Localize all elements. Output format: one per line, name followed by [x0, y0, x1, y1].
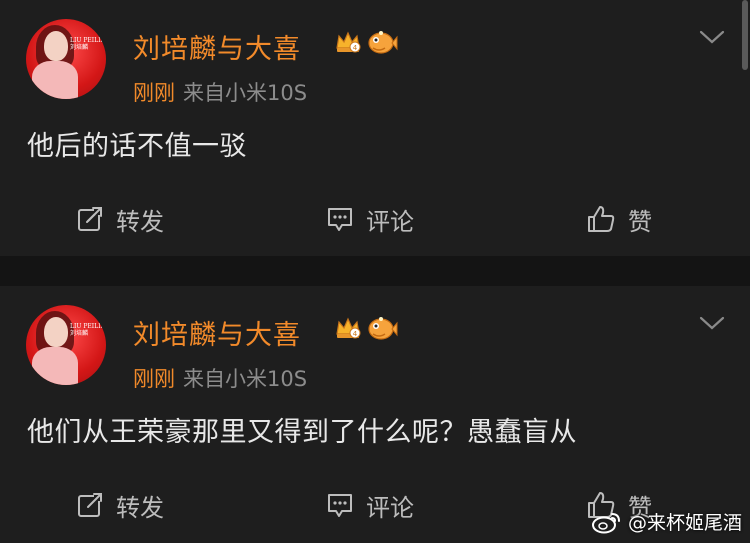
post-content: 他们从王荣豪那里又得到了什么呢？愚蠢盲从: [27, 417, 577, 448]
post-source: 来自小米10S: [183, 367, 308, 391]
crown-badge-icon[interactable]: 4: [334, 314, 362, 342]
fish-badge-icon[interactable]: [366, 315, 398, 342]
avatar[interactable]: LIU PEILIN 刘培麟: [26, 305, 106, 385]
weibo-logo-icon: [591, 512, 620, 533]
post-time: 刚刚: [133, 367, 175, 391]
author-name[interactable]: 刘培麟与大喜: [133, 27, 301, 66]
comment-button[interactable]: 评论: [326, 202, 414, 236]
like-button[interactable]: 赞: [586, 202, 652, 236]
action-bar: 转发 评论 赞: [0, 196, 750, 242]
svg-text:4: 4: [353, 44, 358, 52]
comment-button[interactable]: 评论: [326, 488, 414, 522]
weibo-post: LIU PEILIN 刘培麟 刘培麟与大喜 4 刚刚 来自小米10S 他后的话不值…: [0, 0, 750, 256]
like-label: 赞: [628, 207, 652, 236]
repost-label: 转发: [116, 207, 164, 236]
repost-label: 转发: [116, 493, 164, 522]
avatar[interactable]: LIU PEILIN 刘培麟: [26, 19, 106, 99]
repost-button[interactable]: 转发: [76, 202, 164, 236]
comment-label: 评论: [366, 207, 414, 236]
watermark-text: @来杯姬尾酒: [627, 512, 742, 534]
crown-badge-icon[interactable]: 4: [334, 28, 362, 56]
post-content: 他后的话不值一驳: [27, 131, 247, 162]
repost-icon: [78, 492, 103, 517]
chevron-down-icon[interactable]: [699, 29, 725, 45]
post-separator: [0, 256, 750, 286]
like-icon: [588, 206, 615, 232]
fish-badge-icon[interactable]: [366, 29, 398, 56]
author-name[interactable]: 刘培麟与大喜: [133, 313, 301, 352]
comment-icon: [328, 494, 352, 517]
comment-icon: [328, 208, 352, 231]
post-time: 刚刚: [133, 81, 175, 105]
repost-icon: [78, 206, 103, 231]
post-source: 来自小米10S: [183, 81, 308, 105]
comment-label: 评论: [366, 493, 414, 522]
repost-button[interactable]: 转发: [76, 488, 164, 522]
scrollbar[interactable]: [742, 0, 748, 70]
weibo-post: LIU PEILIN 刘培麟 刘培麟与大喜 4 刚刚 来自小米10S 他们从王荣豪…: [0, 286, 750, 543]
post-meta: 刚刚 来自小米10S: [133, 77, 307, 107]
post-meta: 刚刚 来自小米10S: [133, 363, 307, 393]
avatar-text: LIU PEILIN 刘培麟: [70, 323, 106, 337]
avatar-text: LIU PEILIN 刘培麟: [70, 37, 106, 51]
watermark: @来杯姬尾酒: [591, 508, 742, 535]
svg-text:4: 4: [353, 330, 358, 338]
chevron-down-icon[interactable]: [699, 315, 725, 331]
